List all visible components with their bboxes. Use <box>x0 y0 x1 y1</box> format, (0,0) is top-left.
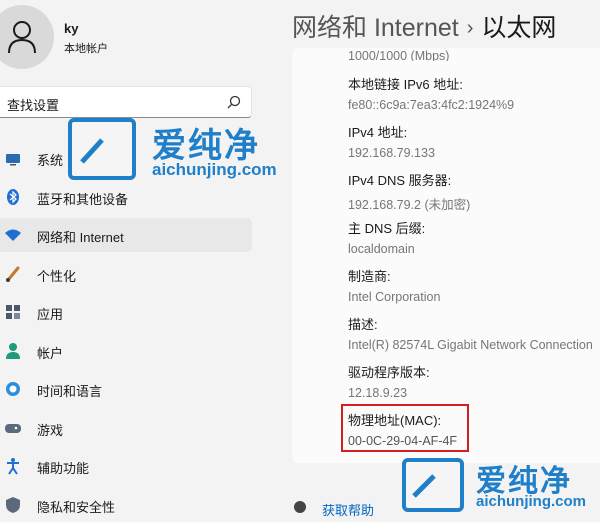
sidebar-item-label: 蓝牙和其他设备 <box>37 192 129 207</box>
description-label: 描述: <box>348 317 378 332</box>
sidebar-item-label: 系统 <box>37 153 64 168</box>
display-icon <box>6 154 20 166</box>
sidebar-item-gaming[interactable]: 游戏 <box>0 411 252 445</box>
driver-version-value: 12.18.9.23 <box>348 386 408 400</box>
help-icon <box>294 501 306 513</box>
person-icon <box>8 21 36 54</box>
chevron-right-icon: › <box>466 17 474 39</box>
link-speed-value: 1000/1000 (Mbps) <box>348 49 450 61</box>
ipv4-label: IPv4 地址: <box>348 125 408 140</box>
person-icon <box>6 343 20 359</box>
user-name: ky <box>64 21 79 36</box>
sidebar-item-label: 网络和 Internet <box>37 230 124 245</box>
account-type: 本地帐户 <box>64 43 108 55</box>
watermark-url: aichunjing.com <box>152 160 277 179</box>
watermark-logo-icon <box>68 118 136 180</box>
sidebar-item-label: 个性化 <box>37 269 77 284</box>
search-placeholder: 查找设置 <box>7 98 60 113</box>
watermark-check-icon <box>80 138 104 164</box>
search-input[interactable]: 查找设置 <box>0 86 252 118</box>
brush-icon <box>6 266 20 282</box>
dns-suffix-label: 主 DNS 后缀: <box>348 221 426 236</box>
sidebar-item-apps[interactable]: 应用 <box>0 295 252 329</box>
accessibility-icon <box>7 458 19 475</box>
avatar[interactable] <box>0 5 54 69</box>
ipv6-label: 本地链接 IPv6 地址: <box>348 77 463 92</box>
description-value: Intel(R) 82574L Gigabit Network Connecti… <box>348 338 593 352</box>
sidebar-item-network[interactable]: 网络和 Internet <box>0 218 252 252</box>
driver-version-label: 驱动程序版本: <box>348 365 430 380</box>
search-icon[interactable] <box>227 95 241 109</box>
get-help-link[interactable]: 获取帮助 <box>322 500 374 519</box>
manufacturer-label: 制造商: <box>348 269 391 284</box>
sidebar-item-label: 应用 <box>37 307 64 322</box>
watermark-url: aichunjing.com <box>476 493 587 510</box>
sidebar: ky 本地帐户 查找设置 系统 蓝牙和其他设备 网络和 Internet 个性化… <box>0 0 262 515</box>
breadcrumb: 网络和 Internet › 以太网 <box>292 8 556 44</box>
mac-highlight-box <box>341 404 469 452</box>
sidebar-item-accounts[interactable]: 帐户 <box>0 334 252 368</box>
watermark-logo-icon <box>402 458 464 512</box>
sidebar-item-label: 帐户 <box>37 346 64 361</box>
ipv4-value: 192.168.79.133 <box>348 146 435 160</box>
dns-suffix-value: localdomain <box>348 242 415 256</box>
wifi-icon <box>5 229 21 241</box>
sidebar-item-label: 时间和语言 <box>37 384 103 399</box>
breadcrumb-section[interactable]: 网络和 Internet <box>292 14 459 42</box>
watermark-check-icon <box>412 474 436 498</box>
bluetooth-icon <box>7 189 19 205</box>
watermark: 爱纯净 aichunjing.com <box>402 456 600 513</box>
sidebar-item-privacy[interactable]: 隐私和安全性 <box>0 488 252 522</box>
shield-icon <box>6 497 20 513</box>
sidebar-item-personalization[interactable]: 个性化 <box>0 257 252 291</box>
apps-icon <box>6 305 20 319</box>
manufacturer-value: Intel Corporation <box>348 290 441 304</box>
dns-server-label: IPv4 DNS 服务器: <box>348 173 452 188</box>
sidebar-item-accessibility[interactable]: 辅助功能 <box>0 449 252 483</box>
sidebar-item-label: 游戏 <box>37 423 64 438</box>
sidebar-item-time-language[interactable]: 时间和语言 <box>0 372 252 406</box>
sidebar-item-label: 辅助功能 <box>37 461 90 476</box>
dns-server-value: 192.168.79.2 (未加密) <box>348 198 471 212</box>
ipv6-value: fe80::6c9a:7ea3:4fc2:1924%9 <box>348 98 515 112</box>
gamepad-icon <box>5 424 21 433</box>
sidebar-item-label: 隐私和安全性 <box>37 500 116 515</box>
watermark: 爱纯净 aichunjing.com <box>68 118 298 188</box>
globe-clock-icon <box>6 382 20 396</box>
page-title: 以太网 <box>481 14 557 42</box>
